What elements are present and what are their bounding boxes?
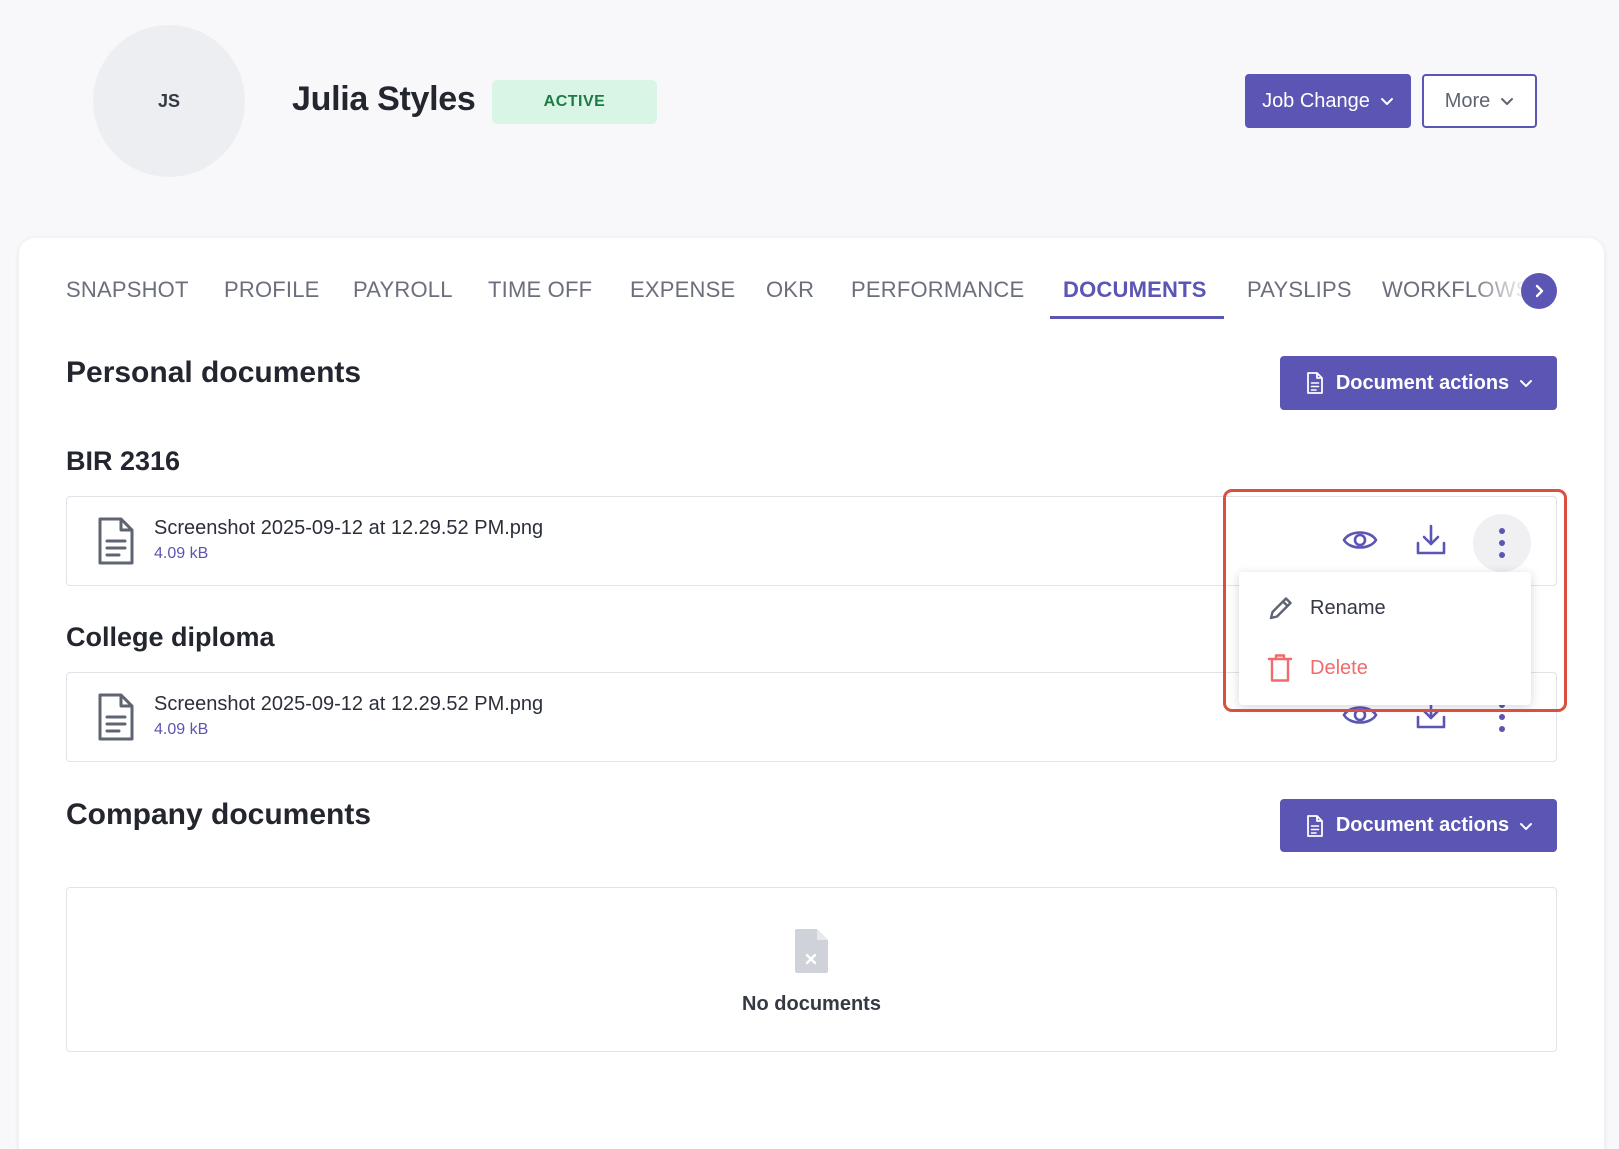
empty-documents-state: No documents [66, 887, 1557, 1052]
employee-page: JS Julia Styles ACTIVE Job Change More S… [0, 0, 1619, 1149]
more-vertical-icon[interactable] [1496, 700, 1508, 734]
chevron-down-icon [1520, 822, 1533, 830]
chevron-down-icon [1501, 98, 1514, 105]
company-documents-title: Company documents [66, 798, 372, 831]
download-icon[interactable] [1415, 523, 1447, 557]
rename-label: Rename [1310, 596, 1386, 619]
tabs-scroll-right-button[interactable] [1521, 273, 1557, 309]
empty-file-icon [795, 929, 828, 973]
menu-item-rename[interactable]: Rename [1239, 579, 1531, 637]
document-filesize: 4.09 kB [154, 721, 209, 738]
trash-icon [1267, 654, 1293, 682]
document-actions-label: Document actions [1335, 814, 1510, 836]
file-icon [98, 693, 134, 741]
chevron-down-icon [1380, 98, 1393, 105]
chevron-right-icon [1535, 284, 1544, 298]
document-filename[interactable]: Screenshot 2025-09-12 at 12.29.52 PM.png [154, 517, 543, 540]
file-icon [98, 517, 134, 565]
tab-snapshot[interactable]: SNAPSHOT [66, 272, 189, 322]
avatar-initials: JS [157, 90, 181, 111]
more-vertical-icon[interactable] [1496, 526, 1508, 560]
job-change-label: Job Change [1262, 89, 1370, 112]
chevron-down-icon [1520, 380, 1533, 387]
tab-payroll[interactable]: PAYROLL [353, 272, 453, 322]
tab-profile[interactable]: PROFILE [224, 272, 320, 322]
document-group-title: BIR 2316 [66, 446, 181, 476]
job-change-button[interactable]: Job Change [1245, 74, 1411, 128]
personal-document-actions-button[interactable]: Document actions [1280, 356, 1557, 410]
pencil-icon [1269, 597, 1292, 620]
document-filesize: 4.09 kB [154, 545, 209, 562]
document-group-title: College diploma [66, 622, 275, 652]
status-badge: ACTIVE [492, 80, 657, 124]
more-button[interactable]: More [1422, 74, 1537, 128]
employee-name: Julia Styles [292, 80, 476, 118]
avatar: JS [93, 25, 245, 177]
view-eye-icon[interactable] [1342, 525, 1378, 555]
delete-label: Delete [1310, 656, 1368, 679]
tab-payslips[interactable]: PAYSLIPS [1247, 272, 1352, 322]
tab-okr[interactable]: OKR [766, 272, 814, 322]
more-label: More [1444, 89, 1491, 112]
document-filename[interactable]: Screenshot 2025-09-12 at 12.29.52 PM.png [154, 693, 543, 716]
document-actions-label: Document actions [1335, 371, 1510, 394]
tab-time-off[interactable]: TIME OFF [488, 272, 592, 322]
document-icon [1306, 814, 1323, 837]
empty-state-text: No documents [742, 993, 881, 1015]
tab-expense[interactable]: EXPENSE [630, 272, 735, 322]
tab-documents[interactable]: DOCUMENTS [1063, 272, 1207, 322]
tab-performance[interactable]: PERFORMANCE [851, 272, 1024, 322]
active-tab-indicator [1050, 316, 1224, 319]
document-icon [1306, 372, 1323, 394]
row-actions-menu: Rename Delete [1239, 572, 1531, 705]
personal-documents-title: Personal documents [66, 356, 362, 389]
menu-item-delete[interactable]: Delete [1239, 639, 1531, 697]
company-document-actions-button[interactable]: Document actions [1280, 799, 1557, 852]
